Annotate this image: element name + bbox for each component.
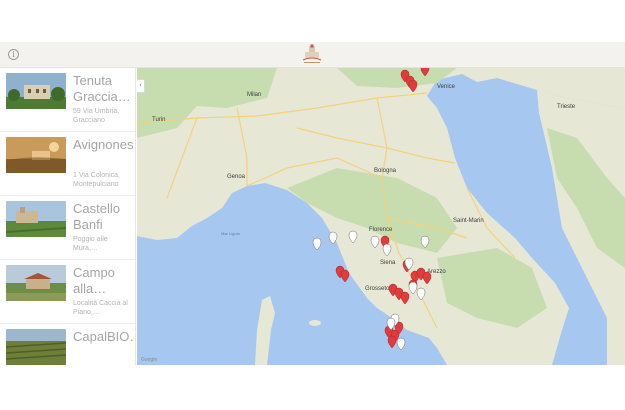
winery-thumbnail: [6, 137, 66, 173]
city-label-trieste: Trieste: [557, 104, 576, 110]
list-item[interactable]: Tenuta Graccia… 59 Via Umbria, Gracciano: [0, 68, 135, 132]
winery-address: 59 Via Umbria, Gracciano: [73, 108, 120, 124]
city-label-venice: Venice: [437, 84, 456, 90]
winery-thumbnail: [6, 201, 66, 237]
winery-thumbnail: [6, 73, 66, 109]
city-label-florence: Florence: [369, 227, 393, 233]
winery-thumbnail: [6, 265, 66, 301]
sea-label-ligurian: Mar Ligure: [221, 231, 241, 236]
winery-name[interactable]: Campo alla…: [73, 265, 133, 297]
land-area: [309, 320, 321, 326]
winery-address: 1 Via Colonica, Montepulciano: [73, 172, 120, 188]
list-item[interactable]: Castello Banfi Poggio alle Mura,…: [0, 196, 135, 260]
city-label-siena: Siena: [380, 260, 396, 266]
info-icon[interactable]: i: [8, 49, 19, 60]
chevron-left-icon[interactable]: ‹: [137, 79, 145, 93]
city-label-sanmarino: Saint-Marin: [453, 218, 484, 224]
winery-list: Tenuta Graccia… 59 Via Umbria, Gracciano…: [0, 68, 136, 365]
city-label-turin: Turin: [152, 117, 165, 123]
top-bar: i: [0, 42, 625, 68]
city-label-milan: Milan: [247, 92, 261, 98]
list-item[interactable]: Avignonesi 1 Via Colonica, Montepulciano: [0, 132, 135, 196]
winery-name[interactable]: Castello Banfi: [73, 201, 133, 233]
list-item[interactable]: CapalBIO…: [0, 324, 135, 365]
winery-logo-icon[interactable]: [300, 44, 324, 66]
winery-thumbnail: [6, 329, 66, 365]
winery-address: Poggio alle Mura,…: [73, 236, 108, 252]
list-item[interactable]: Campo alla… Località Caccia al Piano,…: [0, 260, 135, 324]
city-label-grosseto: Grosseto: [365, 286, 390, 292]
map-attribution: Google: [141, 357, 157, 363]
city-label-bologna: Bologna: [374, 168, 397, 174]
winery-name[interactable]: Tenuta Graccia…: [73, 73, 133, 105]
winery-name[interactable]: Avignonesi: [73, 137, 133, 153]
winery-address: Località Caccia al Piano,…: [73, 300, 128, 316]
city-label-genoa: Genoa: [227, 174, 246, 180]
winery-name[interactable]: CapalBIO…: [73, 329, 133, 345]
winery-map[interactable]: Venice Turin Genoa Bologna Florence Sain…: [137, 68, 625, 365]
